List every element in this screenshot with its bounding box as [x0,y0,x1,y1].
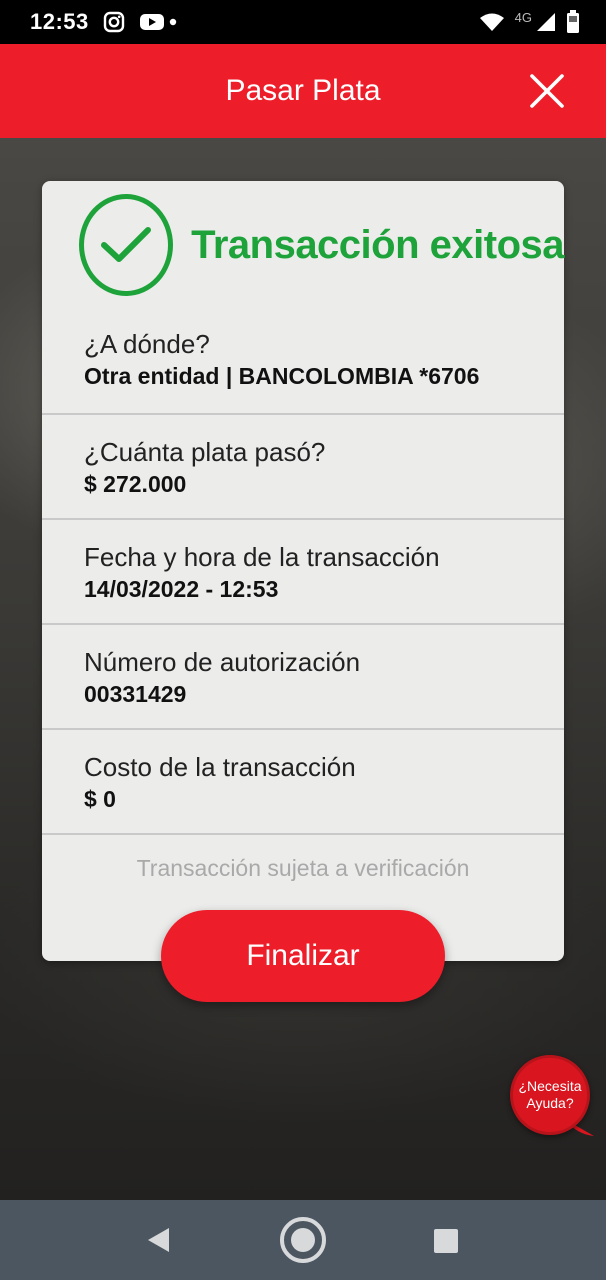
status-time: 12:53 [30,9,89,34]
detail-row-amount: ¿Cuánta plata pasó? $ 272.000 [42,413,564,518]
instagram-icon [103,11,125,33]
detail-row-authorization: Número de autorización 00331429 [42,623,564,728]
detail-label: ¿Cuánta plata pasó? [84,437,326,467]
success-check-icon [79,194,174,296]
back-icon [148,1228,169,1252]
battery-icon [566,10,580,34]
home-button[interactable] [278,1215,328,1265]
help-button[interactable]: ¿Necesita Ayuda? [510,1055,590,1135]
back-button[interactable] [140,1222,176,1258]
detail-value: 00331429 [84,681,187,707]
signal-icon [536,12,556,32]
wifi-icon [479,12,505,32]
close-button[interactable] [528,72,566,110]
detail-label: Fecha y hora de la transacción [84,542,440,572]
success-title: Transacción exitosa [191,222,564,267]
finish-button[interactable]: Finalizar [161,910,445,1002]
detail-value: $ 0 [84,786,116,812]
page-title: Pasar Plata [225,74,381,107]
status-bar: 12:53 4G [0,0,606,44]
detail-label: Número de autorización [84,647,361,677]
dot-icon [169,18,177,26]
detail-value: 14/03/2022 - 12:53 [84,576,279,602]
help-line-1: ¿Necesita [518,1078,582,1094]
detail-label: ¿A dónde? [84,329,210,359]
app-header: Pasar Plata [0,44,606,138]
recents-icon [434,1229,458,1253]
recents-button[interactable] [430,1225,462,1257]
card-header: Transacción exitosa [42,181,564,309]
detail-row-destination: ¿A dónde? Otra entidad | BANCOLOMBIA *67… [42,309,564,413]
transaction-receipt-card: Transacción exitosa ¿A dónde? Otra entid… [42,181,564,961]
detail-row-cost: Costo de la transacción $ 0 [42,728,564,833]
detail-row-datetime: Fecha y hora de la transacción 14/03/202… [42,518,564,623]
verification-note: Transacción sujeta a verificación [42,833,564,882]
network-type-label: 4G [514,9,532,25]
youtube-icon [139,12,165,32]
home-icon [280,1217,326,1263]
close-icon [530,74,564,108]
help-line-2: Ayuda? [526,1095,574,1111]
detail-value: $ 272.000 [84,471,187,497]
detail-value: Otra entidad | BANCOLOMBIA *6706 [84,363,480,389]
system-nav-bar [0,1200,606,1280]
detail-label: Costo de la transacción [84,752,356,782]
